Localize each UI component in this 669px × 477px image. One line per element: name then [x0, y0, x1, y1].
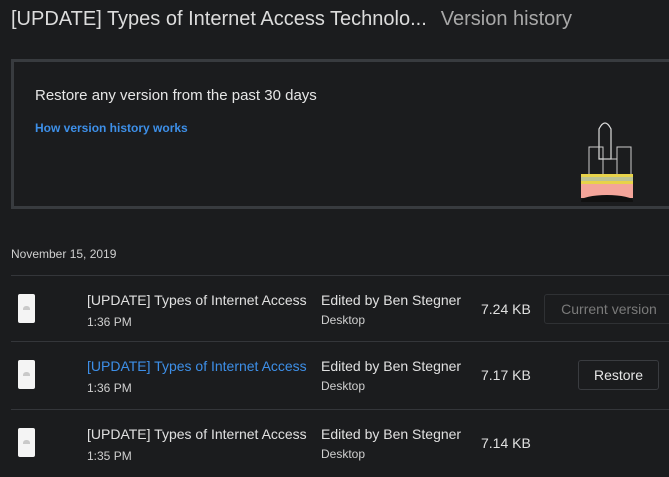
version-device: Desktop	[321, 447, 366, 461]
history-illustration-icon	[581, 122, 633, 202]
version-editor: Edited by Ben Stegner	[321, 426, 462, 442]
version-device: Desktop	[321, 313, 366, 327]
version-name-link[interactable]: [UPDATE] Types of Internet Access	[87, 358, 307, 374]
banner-message: Restore any version from the past 30 day…	[35, 87, 317, 104]
version-row: [UPDATE] Types of Internet Access 1:35 P…	[11, 409, 669, 476]
version-name: [UPDATE] Types of Internet Access	[87, 292, 307, 308]
date-group-label: November 15, 2019	[11, 247, 117, 261]
version-history-label: Version history	[440, 8, 572, 30]
version-editor: Edited by Ben Stegner	[321, 292, 462, 308]
version-device: Desktop	[321, 379, 366, 393]
version-time: 1:36 PM	[87, 315, 132, 329]
version-size: 7.14 KB	[481, 435, 531, 451]
file-icon	[18, 360, 35, 389]
file-icon	[18, 428, 35, 457]
version-name: [UPDATE] Types of Internet Access	[87, 426, 307, 442]
file-title: [UPDATE] Types of Internet Access Techno…	[11, 8, 427, 30]
version-editor: Edited by Ben Stegner	[321, 358, 462, 374]
version-time: 1:35 PM	[87, 449, 132, 463]
info-banner: Restore any version from the past 30 day…	[11, 59, 669, 209]
version-time: 1:36 PM	[87, 381, 132, 395]
how-version-history-works-link[interactable]: How version history works	[35, 121, 188, 135]
file-icon	[18, 294, 35, 323]
page-title: [UPDATE] Types of Internet Access Techno…	[11, 8, 572, 31]
version-size: 7.24 KB	[481, 301, 531, 317]
version-row: [UPDATE] Types of Internet Access 1:36 P…	[11, 341, 669, 408]
version-row: [UPDATE] Types of Internet Access 1:36 P…	[11, 275, 669, 342]
restore-button[interactable]: Restore	[578, 360, 659, 390]
version-size: 7.17 KB	[481, 367, 531, 383]
current-version-button: Current version	[544, 294, 669, 324]
